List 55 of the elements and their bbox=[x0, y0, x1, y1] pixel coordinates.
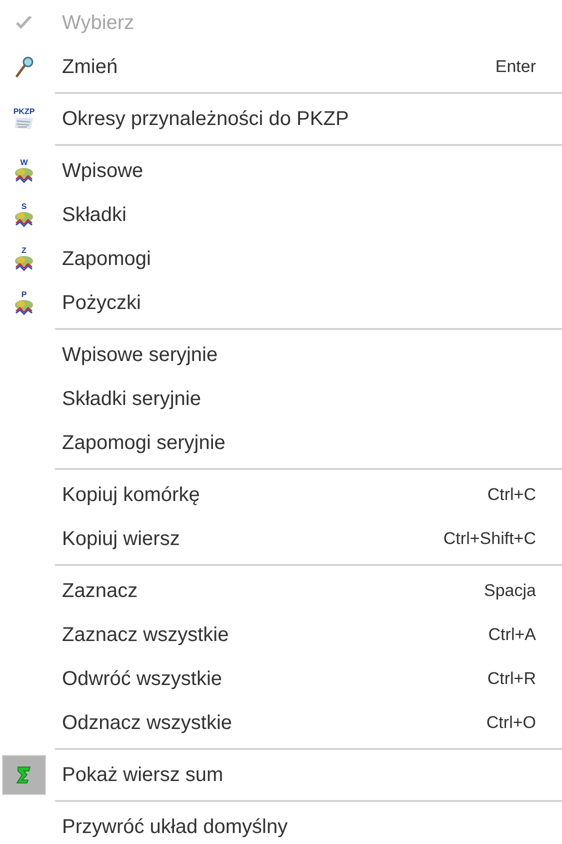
menu-item[interactable]: Pokaż wiersz sum bbox=[0, 753, 562, 797]
icon-letter: PKZP bbox=[13, 108, 35, 116]
menu-item[interactable]: Składki seryjnie bbox=[0, 377, 562, 421]
money-icon bbox=[13, 167, 35, 183]
money-icon bbox=[13, 299, 35, 315]
menu-item[interactable]: Zapomogi seryjnie bbox=[0, 421, 562, 465]
menu-item-label: Wybierz bbox=[62, 11, 136, 36]
menu-item[interactable]: P Pożyczki bbox=[0, 281, 562, 325]
menu-item-label: Kopiuj wiersz bbox=[62, 527, 181, 552]
menu-item-label: Przywróć układ domyślny bbox=[62, 815, 289, 840]
menu-item-label: Zaznacz bbox=[62, 579, 139, 604]
menu-item[interactable]: Wpisowe seryjnie bbox=[0, 333, 562, 377]
menu-item-label: Pokaż wiersz sum bbox=[62, 763, 224, 788]
menu-item-label: Składki seryjnie bbox=[62, 387, 202, 412]
menu-item-label: Wpisowe seryjnie bbox=[62, 343, 219, 368]
magnifier-icon bbox=[14, 56, 34, 78]
shortcut-label: Ctrl+A bbox=[488, 624, 536, 646]
shortcut-label: Enter bbox=[495, 56, 536, 78]
menu-item-label: Wpisowe bbox=[62, 159, 144, 184]
icon-letter: S bbox=[21, 203, 27, 211]
menu-item[interactable]: Zaznacz Spacja bbox=[0, 569, 562, 613]
menu-item[interactable]: Przywróć układ domyślny bbox=[0, 805, 562, 844]
menu-item[interactable]: W Wpisowe bbox=[0, 149, 562, 193]
icon-letter: Z bbox=[22, 247, 26, 255]
menu-item-label: Zapomogi seryjnie bbox=[62, 431, 226, 456]
shortcut-label: Ctrl+R bbox=[487, 668, 536, 690]
menu-item[interactable]: Kopiuj wiersz Ctrl+Shift+C bbox=[0, 517, 562, 561]
money-icon bbox=[13, 255, 35, 271]
menu-item-label: Okresy przynależności do PKZP bbox=[62, 107, 350, 132]
menu-item-label: Zmień bbox=[62, 55, 119, 80]
menu-item-label: Odznacz wszystkie bbox=[62, 711, 234, 736]
menu-item[interactable]: Zmień Enter bbox=[0, 45, 562, 89]
menu-item[interactable]: Kopiuj komórkę Ctrl+C bbox=[0, 473, 562, 517]
shortcut-label: Ctrl+Shift+C bbox=[443, 528, 536, 550]
menu-item[interactable]: PKZP Okresy przynależności do PKZP bbox=[0, 97, 562, 141]
money-icon bbox=[13, 211, 35, 227]
menu-item-label: Odwróć wszystkie bbox=[62, 667, 224, 692]
menu-item-label: Kopiuj komórkę bbox=[62, 483, 201, 508]
menu-item-label: Zapomogi bbox=[62, 247, 152, 272]
menu-item-label: Pożyczki bbox=[62, 291, 142, 316]
menu-item[interactable]: S Składki bbox=[0, 193, 562, 237]
icon-letter: P bbox=[21, 291, 27, 299]
menu-item[interactable]: Odwróć wszystkie Ctrl+R bbox=[0, 657, 562, 701]
checkmark-icon bbox=[15, 15, 33, 31]
document-icon bbox=[13, 116, 35, 130]
sigma-icon bbox=[16, 765, 32, 785]
menu-item[interactable]: Zaznacz wszystkie Ctrl+A bbox=[0, 613, 562, 657]
shortcut-label: Spacja bbox=[484, 580, 536, 602]
menu-item[interactable]: Odznacz wszystkie Ctrl+O bbox=[0, 701, 562, 745]
menu-item[interactable]: Z Zapomogi bbox=[0, 237, 562, 281]
icon-letter: W bbox=[20, 159, 28, 167]
shortcut-label: Ctrl+C bbox=[487, 484, 536, 506]
menu-item-label: Zaznacz wszystkie bbox=[62, 623, 230, 648]
menu-item-label: Składki bbox=[62, 203, 128, 228]
shortcut-label: Ctrl+O bbox=[486, 712, 536, 734]
